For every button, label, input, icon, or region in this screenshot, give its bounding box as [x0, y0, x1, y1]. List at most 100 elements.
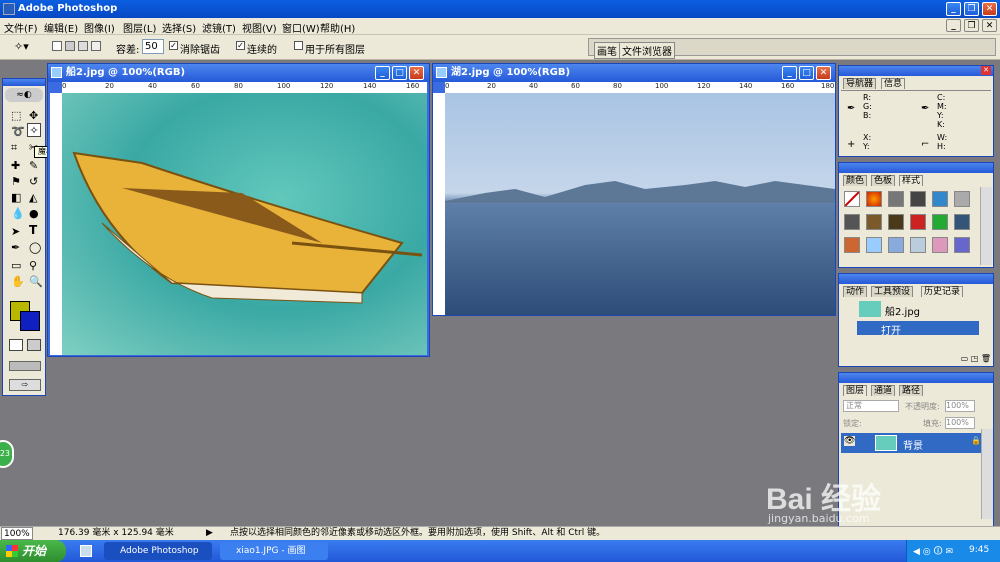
selection-mode-add-icon[interactable] — [65, 41, 75, 51]
quicklaunch-icon[interactable] — [80, 545, 92, 557]
move-tool-icon[interactable]: ✥ — [29, 109, 38, 122]
doc2-close-button[interactable]: ✕ — [816, 66, 831, 80]
eyedropper-icon[interactable]: ⚲ — [29, 259, 37, 272]
tolerance-input[interactable]: 50 — [142, 39, 164, 54]
menu-filter[interactable]: 滤镜(T) — [202, 20, 236, 35]
style-swatch[interactable] — [932, 237, 948, 253]
menu-layer[interactable]: 图层(L) — [123, 20, 156, 35]
style-swatch[interactable] — [954, 214, 970, 230]
style-swatch[interactable] — [844, 191, 860, 207]
style-swatch[interactable] — [954, 237, 970, 253]
style-swatch[interactable] — [910, 237, 926, 253]
doc2-minimize-button[interactable]: _ — [782, 66, 797, 80]
panel-scrollbar[interactable] — [980, 187, 992, 265]
taskbar-task-photoshop[interactable]: Adobe Photoshop — [104, 542, 212, 560]
history-brush-icon[interactable]: ↺ — [29, 175, 38, 188]
tab-paths[interactable]: 路径 — [899, 385, 924, 396]
style-swatch[interactable] — [910, 191, 926, 207]
notes-tool-icon[interactable]: ▭ — [11, 259, 21, 272]
style-swatch[interactable] — [888, 214, 904, 230]
tab-actions[interactable]: 动作 — [843, 286, 868, 297]
selection-mode-subtract-icon[interactable] — [78, 41, 88, 51]
style-swatch[interactable] — [888, 191, 904, 207]
lake-image[interactable] — [445, 93, 835, 315]
selection-mode-new-icon[interactable] — [52, 41, 62, 51]
fill-input[interactable]: 100% — [945, 417, 975, 429]
type-tool-icon[interactable]: T — [29, 223, 37, 237]
floating-badge[interactable]: 23 — [0, 440, 14, 468]
selection-mode-intersect-icon[interactable] — [91, 41, 101, 51]
eye-icon[interactable]: 👁 — [844, 436, 856, 446]
screen-mode-icon[interactable] — [9, 361, 41, 371]
layer-row[interactable]: 👁 背景 🔒 — [841, 433, 981, 453]
arrow-icon[interactable]: ▶ — [206, 527, 213, 540]
tab-history[interactable]: 历史记录 — [921, 286, 964, 297]
menu-select[interactable]: 选择(S) — [162, 20, 196, 35]
doc1-close-button[interactable]: ✕ — [409, 66, 424, 80]
quickmask-standard-icon[interactable] — [9, 339, 23, 351]
menu-file[interactable]: 文件(F) — [4, 20, 38, 35]
pen-tool-icon[interactable]: ✒ — [11, 241, 20, 254]
menu-image[interactable]: 图像(I) — [84, 20, 115, 35]
palette-well-brushes[interactable]: 画笔 — [594, 42, 620, 59]
zoom-tool-icon[interactable]: 🔍 — [29, 275, 43, 288]
taskbar-task-paint[interactable]: xiao1.JPG - 画图 — [220, 542, 328, 560]
doc-minimize-button[interactable]: _ — [946, 19, 961, 32]
healing-tool-icon[interactable]: ✚ — [11, 159, 20, 172]
tray-icon[interactable]: ◀ ◎ 🛈 ✉ — [913, 544, 953, 560]
doc1-maximize-button[interactable]: □ — [392, 66, 407, 80]
document-title-bar[interactable]: 湖2.jpg @ 100%(RGB) _ □ ✕ — [433, 64, 835, 82]
zoom-field[interactable]: 100% — [1, 527, 33, 540]
style-swatch[interactable] — [932, 214, 948, 230]
menu-help[interactable]: 帮助(H) — [320, 20, 355, 35]
tab-layers[interactable]: 图层 — [843, 385, 868, 396]
palette-well-file-browser[interactable]: 文件浏览器 — [619, 42, 675, 59]
style-swatch[interactable] — [888, 237, 904, 253]
tab-info[interactable]: 信息 — [881, 78, 906, 89]
style-swatch[interactable] — [954, 191, 970, 207]
crop-tool-icon[interactable]: ⌗ — [11, 141, 17, 155]
tab-tool-presets[interactable]: 工具预设 — [871, 286, 914, 297]
magic-wand-icon[interactable]: ✧▾ — [14, 40, 36, 54]
document-title-bar[interactable]: 船2.jpg @ 100%(RGB) _ □ ✕ — [48, 64, 429, 82]
jump-to-imageready-icon[interactable]: ⇨ — [9, 379, 41, 391]
style-swatch[interactable] — [932, 191, 948, 207]
doc-close-button[interactable]: ✕ — [982, 19, 997, 32]
history-snapshot[interactable]: 船2.jpg — [841, 300, 981, 318]
tab-color[interactable]: 颜色 — [843, 175, 868, 186]
style-swatch[interactable] — [866, 214, 882, 230]
doc-restore-button[interactable]: ❐ — [964, 19, 979, 32]
menu-edit[interactable]: 编辑(E) — [44, 20, 78, 35]
style-swatch[interactable] — [844, 214, 860, 230]
quickmask-mode-icon[interactable] — [27, 339, 41, 351]
shape-tool-icon[interactable]: ◯ — [29, 241, 41, 254]
close-button[interactable]: ✕ — [982, 2, 997, 16]
magic-wand-tool-icon[interactable]: ✧ — [27, 123, 41, 137]
blur-tool-icon[interactable]: 💧 — [11, 207, 25, 220]
tab-swatches[interactable]: 色板 — [871, 175, 896, 186]
lasso-tool-icon[interactable]: ➰ — [11, 125, 25, 138]
style-swatch[interactable] — [844, 237, 860, 253]
antialias-checkbox[interactable]: ✓ — [169, 41, 178, 50]
tab-styles[interactable]: 样式 — [899, 175, 924, 186]
tab-channels[interactable]: 通道 — [871, 385, 896, 396]
eraser-tool-icon[interactable]: ◧ — [11, 191, 21, 204]
blend-mode-select[interactable]: 正常 — [843, 400, 899, 412]
brush-tool-icon[interactable]: ✎ — [29, 159, 38, 172]
opacity-input[interactable]: 100% — [945, 400, 975, 412]
menu-view[interactable]: 视图(V) — [242, 20, 277, 35]
style-swatch[interactable] — [866, 237, 882, 253]
hand-tool-icon[interactable]: ✋ — [11, 275, 25, 288]
menu-window[interactable]: 窗口(W) — [282, 20, 320, 35]
path-select-icon[interactable]: ➤ — [11, 225, 20, 238]
style-swatch[interactable] — [910, 214, 926, 230]
marquee-tool-icon[interactable]: ⬚ — [11, 109, 21, 122]
minimize-button[interactable]: _ — [946, 2, 961, 16]
boat-image[interactable] — [62, 93, 427, 355]
stamp-tool-icon[interactable]: ⚑ — [11, 175, 21, 188]
dodge-tool-icon[interactable]: ● — [29, 207, 39, 220]
restore-button[interactable]: ❐ — [964, 2, 979, 16]
doc2-maximize-button[interactable]: □ — [799, 66, 814, 80]
paint-bucket-icon[interactable]: ◭ — [29, 191, 37, 204]
history-step[interactable]: 打开 — [857, 321, 979, 337]
